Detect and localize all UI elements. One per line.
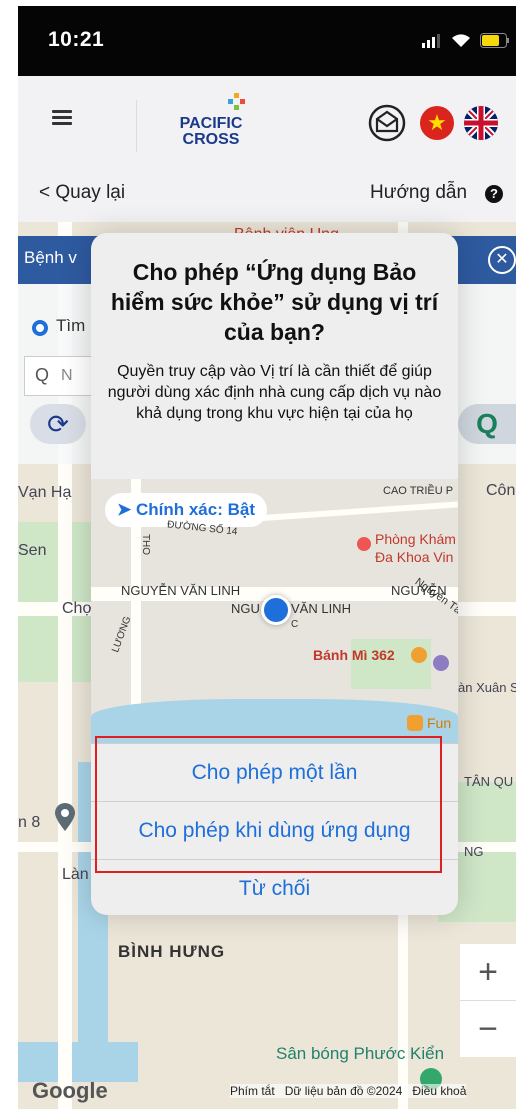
- map-label-san-bong: Sân bóng Phước Kiển: [276, 1044, 445, 1063]
- mm-cao-trieu: CAO TRIỀU P: [383, 485, 454, 497]
- help-icon[interactable]: ?: [485, 185, 503, 203]
- search-mode-radio[interactable]: [32, 320, 48, 336]
- google-logo: Google: [32, 1078, 108, 1103]
- zoom-in-button[interactable]: +: [460, 944, 516, 1001]
- search-button[interactable]: Q: [458, 404, 516, 444]
- map-data-text: Dữ liệu bản đồ ©2024: [284, 1084, 403, 1098]
- mm-banh-mi: Bánh Mì 362: [313, 647, 395, 663]
- radio-label: Tìm: [56, 316, 86, 335]
- zoom-out-button[interactable]: −: [460, 1001, 516, 1057]
- map-label-sen: Sen: [18, 542, 47, 559]
- phone-screen: 10:21 PACIFIC CROSS ★ < Quay lại Hướng d…: [18, 6, 516, 1109]
- app-header: PACIFIC CROSS ★: [18, 76, 516, 171]
- precise-label: Chính xác: Bật: [135, 500, 255, 519]
- mm-phong-kham: Phòng Khám: [375, 531, 456, 547]
- mm-da-khoa: Đa Khoa Vin: [375, 549, 454, 565]
- mm-nvl-1: NGUYỄN VĂN LINH: [121, 583, 241, 598]
- map-label-cong: Công V: [486, 482, 516, 499]
- map-footer: Phím tắt Dữ liệu bản đồ ©2024 Điều khoả: [230, 1084, 467, 1098]
- menu-icon[interactable]: [52, 110, 72, 126]
- status-time: 10:21: [48, 28, 105, 51]
- mm-fun: Fun: [427, 715, 452, 731]
- map-label-lan: Làn: [62, 866, 89, 883]
- mail-icon[interactable]: [368, 104, 406, 142]
- location-preview-map: ➤ Chính xác: Bật CAO TRIỀU P ĐƯỜNG SỐ 14…: [91, 479, 458, 743]
- back-link[interactable]: < Quay lại: [39, 182, 125, 204]
- brand-divider: [136, 100, 137, 152]
- close-icon[interactable]: ✕: [488, 246, 516, 274]
- search-placeholder: N: [61, 367, 73, 384]
- mm-c: C: [291, 619, 299, 630]
- terms-link[interactable]: Điều khoả: [412, 1084, 466, 1098]
- mm-luong: LƯƠNG: [110, 614, 134, 655]
- location-pin-icon: [54, 802, 76, 832]
- map-label-van-hanh: Vạn Hạ: [18, 484, 72, 501]
- map-label-ng: NG: [464, 844, 484, 859]
- mm-tho: THO: [140, 533, 152, 556]
- fun-icon: [407, 715, 423, 731]
- battery-icon: [480, 33, 509, 48]
- guide-link[interactable]: Hướng dẫn: [370, 182, 467, 204]
- map-label-an-xuan: àn Xuân S: [458, 680, 516, 695]
- brand-line1: PACIFIC: [179, 115, 243, 132]
- clinic-icon: [357, 537, 371, 551]
- map-label-an8: n 8: [18, 814, 41, 831]
- navigation-row: < Quay lại Hướng dẫn ?: [18, 170, 516, 222]
- highlight-box: [95, 736, 442, 873]
- vietnamese-flag-icon[interactable]: ★: [420, 106, 454, 140]
- current-location-dot: [261, 595, 291, 625]
- brand-mark-icon: [228, 93, 245, 110]
- mm-nvl-3: NGU: [231, 601, 260, 616]
- shortcuts-link[interactable]: Phím tắt: [230, 1084, 275, 1098]
- brand-line2: CROSS: [182, 131, 240, 148]
- english-flag-icon[interactable]: [464, 106, 498, 140]
- refresh-button[interactable]: ⟳: [30, 404, 86, 444]
- dialog-message: Quyền truy cập vào Vị trí là cần thiết đ…: [107, 363, 442, 422]
- restaurant-icon: [411, 647, 427, 663]
- dialog-title: Cho phép “Ứng dụng Bảo hiểm sức khỏe” sử…: [110, 259, 439, 345]
- map-label-cho: Chợ: [62, 600, 93, 617]
- shop-icon: [433, 655, 449, 671]
- map-label-tan-qu: TÂN QU: [464, 774, 514, 789]
- wifi-icon: [452, 34, 470, 47]
- panel-title: Bệnh v: [24, 248, 77, 267]
- search-icon: Q: [35, 365, 50, 385]
- status-bar: 10:21: [18, 6, 516, 76]
- brand-logo: PACIFIC CROSS: [156, 116, 266, 148]
- mm-nvl-4: VĂN LINH: [291, 601, 351, 616]
- map-label-binh-hung: BÌNH HƯNG: [118, 942, 226, 961]
- signal-icon: [422, 34, 440, 48]
